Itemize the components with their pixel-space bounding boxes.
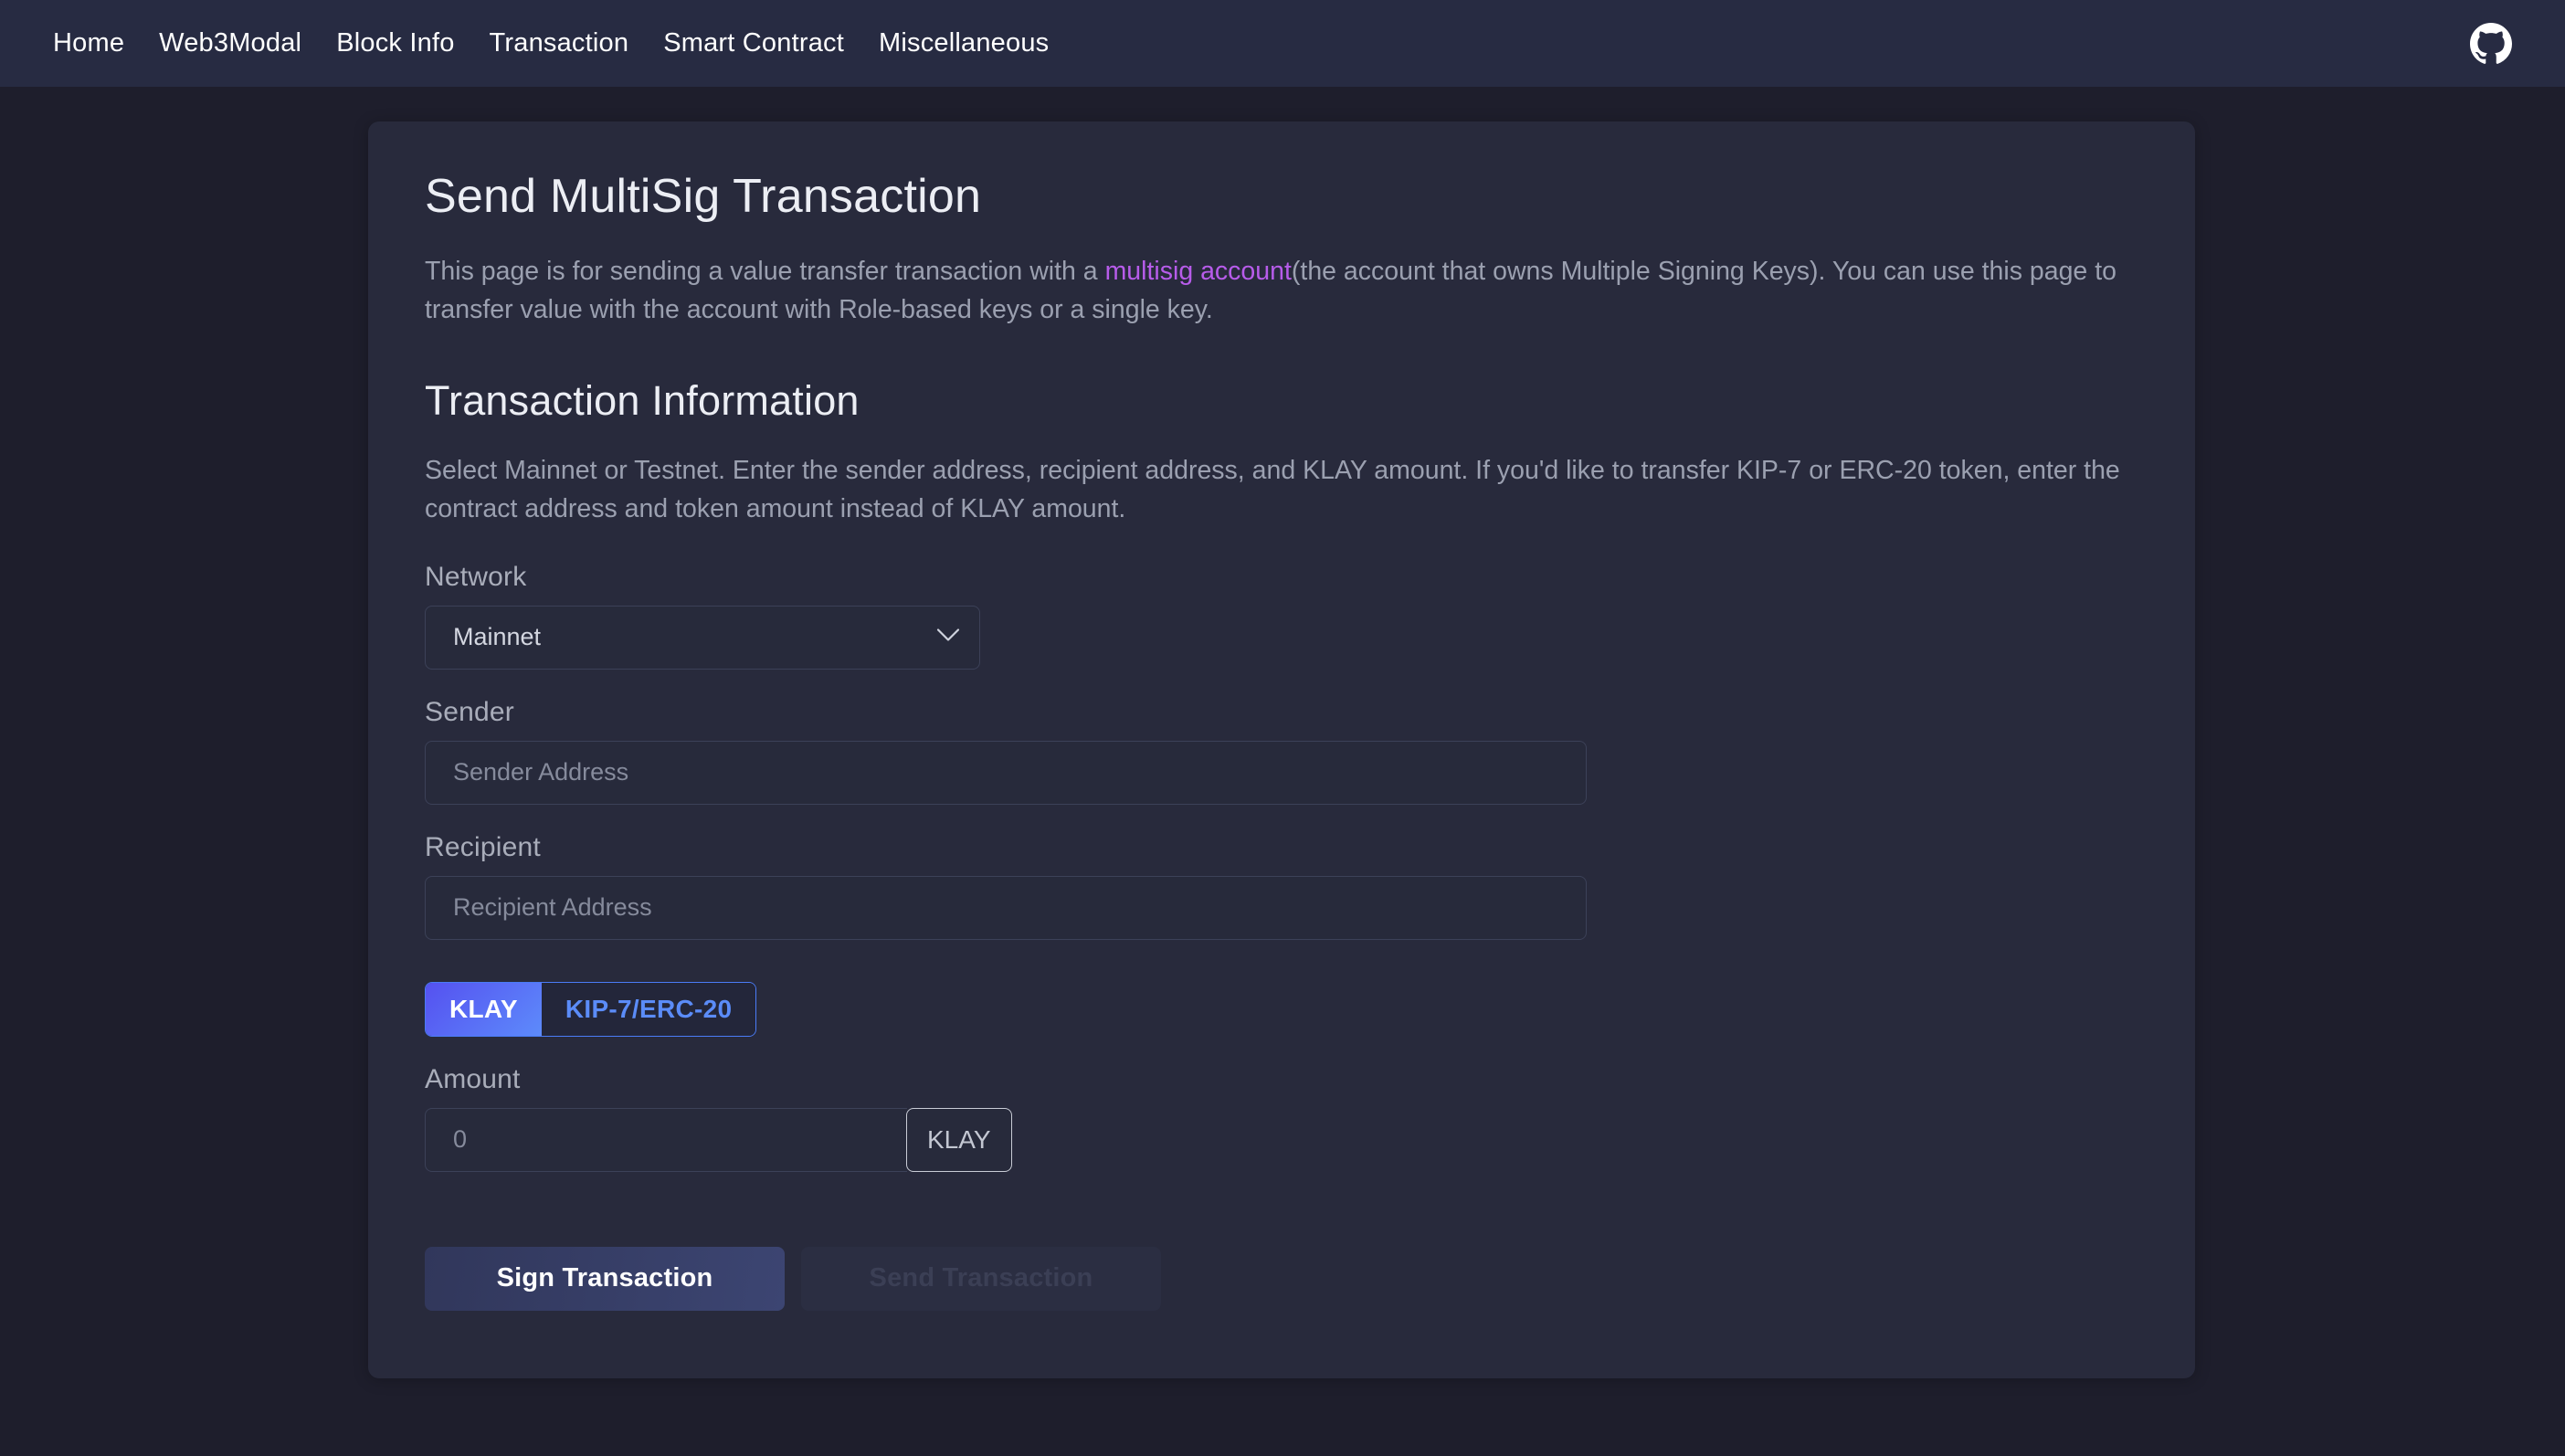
nav-link-web3modal[interactable]: Web3Modal [159, 28, 301, 58]
page-body: Send MultiSig Transaction This page is f… [0, 87, 2565, 1378]
field-group-recipient: Recipient [425, 832, 2138, 940]
recipient-address-input[interactable] [425, 875, 1587, 940]
nav-link-transaction[interactable]: Transaction [490, 28, 629, 58]
github-icon[interactable] [2470, 22, 2512, 65]
sign-transaction-button[interactable]: Sign Transaction [425, 1246, 785, 1311]
field-group-amount: Amount KLAY [425, 1064, 2138, 1172]
navbar-right [2470, 22, 2528, 65]
section-title-transaction-information: Transaction Information [425, 376, 860, 424]
field-group-sender: Sender [425, 697, 2138, 805]
sender-address-input[interactable] [425, 740, 1587, 805]
sender-label: Sender [425, 696, 514, 727]
network-select-wrapper: Mainnet [425, 605, 980, 670]
amount-unit-addon: KLAY [906, 1107, 1012, 1172]
network-label: Network [425, 561, 527, 592]
amount-input[interactable] [425, 1107, 907, 1172]
nav-link-home[interactable]: Home [53, 28, 124, 58]
amount-input-row: KLAY [425, 1107, 2138, 1172]
toggle-button-kip7-erc20[interactable]: KIP-7/ERC-20 [541, 982, 756, 1036]
page-title: Send MultiSig Transaction [425, 170, 982, 223]
field-group-token-type: KLAY KIP-7/ERC-20 [425, 967, 2138, 1037]
network-select[interactable]: Mainnet [425, 605, 980, 670]
nav-link-smart-contract[interactable]: Smart Contract [663, 28, 844, 58]
page-description-part1: This page is for sending a value transfe… [425, 257, 1105, 286]
send-multisig-transaction-card: Send MultiSig Transaction This page is f… [368, 121, 2195, 1378]
nav-link-block-info[interactable]: Block Info [336, 28, 454, 58]
field-group-network: Network Mainnet [425, 562, 2138, 670]
page-description: This page is for sending a value transfe… [425, 253, 2138, 330]
toggle-button-klay[interactable]: KLAY [426, 982, 542, 1036]
nav-links: Home Web3Modal Block Info Transaction Sm… [53, 28, 1049, 58]
amount-label: Amount [425, 1063, 521, 1094]
token-type-toggle-group: KLAY KIP-7/ERC-20 [425, 981, 757, 1037]
top-navbar: Home Web3Modal Block Info Transaction Sm… [0, 0, 2565, 87]
multisig-account-link[interactable]: multisig account [1105, 257, 1292, 286]
section-description: Select Mainnet or Testnet. Enter the sen… [425, 455, 2120, 523]
action-buttons: Sign Transaction Send Transaction [425, 1246, 2138, 1311]
recipient-label: Recipient [425, 831, 541, 862]
nav-link-miscellaneous[interactable]: Miscellaneous [879, 28, 1049, 58]
send-transaction-button[interactable]: Send Transaction [801, 1246, 1161, 1311]
